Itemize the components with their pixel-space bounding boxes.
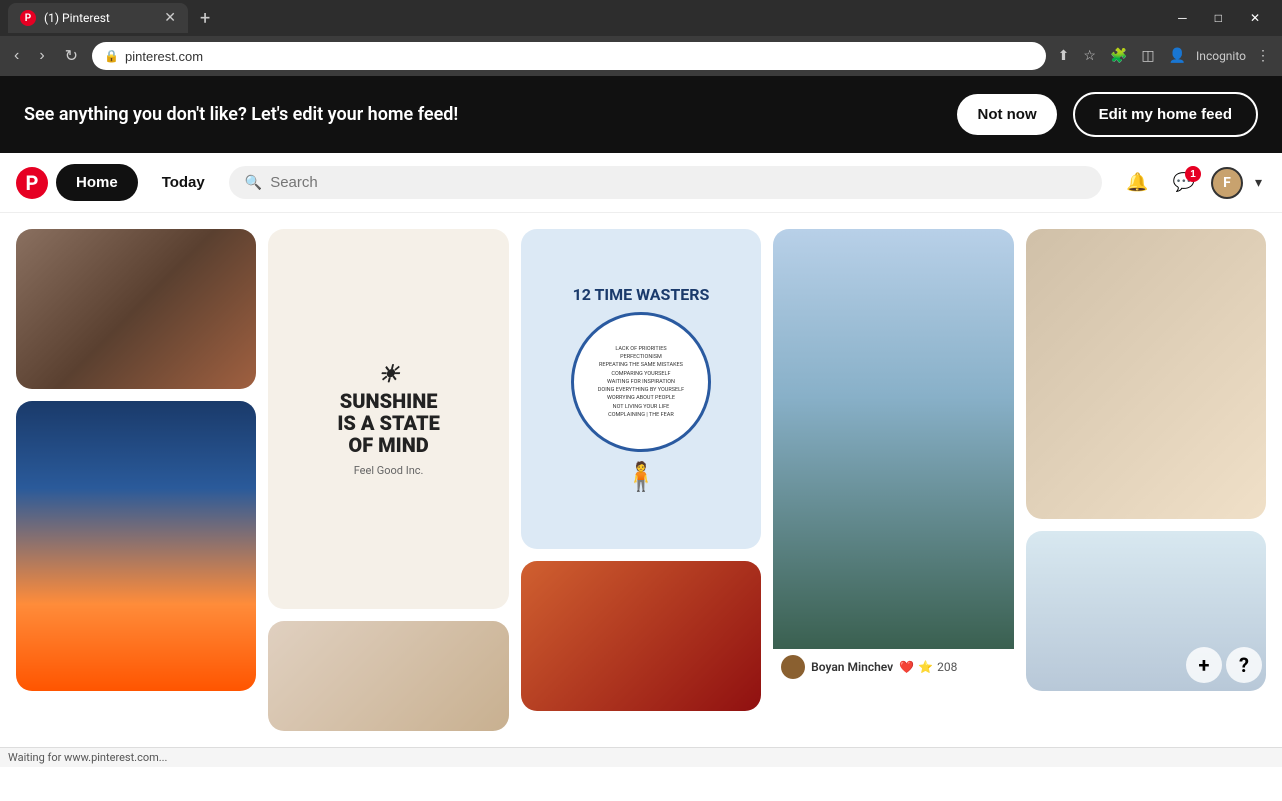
tab-title: (1) Pinterest (44, 11, 156, 25)
pin-image (16, 401, 256, 691)
pin-card[interactable] (16, 229, 256, 389)
tshirt-subtitle: Feel Good Inc. (354, 464, 424, 477)
pinterest-logo[interactable]: P (16, 167, 48, 199)
menu-icon[interactable]: ⋮ (1252, 44, 1274, 68)
pinterest-navigation: P Home Today 🔍 🔔 💬 1 F ▾ (0, 153, 1282, 213)
incognito-label: Incognito (1196, 49, 1246, 63)
extensions-icon[interactable]: 🧩 (1106, 44, 1131, 68)
pin-card-kid[interactable] (1026, 229, 1266, 519)
main-feed: ☀ SUNSHINEIS A STATEOF MIND Feel Good In… (0, 213, 1282, 747)
browser-toolbar: ‹ › ↻ 🔒 ⬆ ☆ 🧩 ◫ 👤 Incognito ⋮ (0, 36, 1282, 76)
status-bar: Waiting for www.pinterest.com... (0, 747, 1282, 767)
sidebar-icon[interactable]: ◫ (1137, 44, 1158, 68)
pin-username: Boyan Minchev (811, 660, 893, 674)
pin-card-hand[interactable]: Boyan Minchev ❤️ ⭐ 208 (773, 229, 1013, 685)
edit-feed-button[interactable]: Edit my home feed (1073, 92, 1258, 137)
window-controls: ─ □ ✕ (1164, 7, 1274, 29)
minimize-button[interactable]: ─ (1164, 7, 1201, 29)
back-button[interactable]: ‹ (8, 43, 25, 69)
ghost-image: + ? (1026, 531, 1266, 691)
hand-image (773, 229, 1013, 649)
pin-image (521, 561, 761, 711)
plus-icon: + (1186, 647, 1222, 683)
not-now-button[interactable]: Not now (957, 94, 1056, 135)
nav-dropdown-icon[interactable]: ▾ (1251, 171, 1266, 195)
question-icon: ? (1226, 647, 1262, 683)
pin-meta: Boyan Minchev ❤️ ⭐ 208 (773, 649, 1013, 685)
profile-icon[interactable]: 👤 (1165, 44, 1190, 68)
star-icon: ⭐ (918, 660, 933, 674)
new-tab-button[interactable]: + (192, 4, 218, 33)
share-icon[interactable]: ⬆ (1054, 44, 1074, 68)
address-bar[interactable]: 🔒 (92, 42, 1046, 70)
pin-image (16, 229, 256, 389)
tab-favicon: P (20, 10, 36, 26)
reload-button[interactable]: ↻ (59, 42, 84, 70)
pin-card-time-wasters[interactable]: 12 TIME WASTERS LACK OF PRIORITIES PERFE… (521, 229, 761, 549)
home-nav-button[interactable]: Home (56, 164, 138, 201)
maximize-button[interactable]: □ (1201, 7, 1236, 29)
notifications-button[interactable]: 🔔 (1118, 164, 1156, 201)
time-wasters-title: 12 TIME WASTERS (573, 285, 710, 304)
plus-button[interactable]: + (1186, 647, 1222, 683)
messages-button[interactable]: 💬 1 (1165, 164, 1203, 201)
search-icon: 🔍 (245, 175, 262, 191)
search-bar[interactable]: 🔍 (229, 166, 1102, 199)
active-tab[interactable]: P (1) Pinterest ✕ (8, 3, 188, 33)
banner-text: See anything you don't like? Let's edit … (24, 104, 941, 125)
toolbar-actions: ⬆ ☆ 🧩 ◫ 👤 Incognito ⋮ (1054, 44, 1274, 68)
message-badge: 1 (1185, 166, 1201, 182)
lock-icon: 🔒 (104, 49, 119, 63)
tab-close-icon[interactable]: ✕ (164, 10, 176, 26)
reaction-count: 208 (937, 660, 957, 674)
pin-user-avatar (781, 655, 805, 679)
pin-card[interactable] (16, 401, 256, 691)
pin-image (268, 621, 508, 731)
question-button[interactable]: ? (1226, 647, 1262, 683)
tab-bar: P (1) Pinterest ✕ + ─ □ ✕ (0, 0, 1282, 36)
user-avatar[interactable]: F (1211, 167, 1243, 199)
pin-reactions: ❤️ ⭐ 208 (899, 660, 957, 674)
close-button[interactable]: ✕ (1236, 7, 1274, 29)
status-text: Waiting for www.pinterest.com... (8, 751, 167, 764)
bookmark-icon[interactable]: ☆ (1079, 44, 1100, 68)
pin-card[interactable] (521, 561, 761, 711)
pin-card-ghost[interactable]: + ? (1026, 531, 1266, 691)
pin-card-tshirt[interactable]: ☀ SUNSHINEIS A STATEOF MIND Feel Good In… (268, 229, 508, 609)
home-feed-banner: See anything you don't like? Let's edit … (0, 76, 1282, 153)
masonry-grid: ☀ SUNSHINEIS A STATEOF MIND Feel Good In… (16, 229, 1266, 731)
time-wasters-image: 12 TIME WASTERS LACK OF PRIORITIES PERFE… (521, 229, 761, 549)
heart-icon: ❤️ (899, 660, 914, 674)
nav-icons: 🔔 💬 1 F ▾ (1118, 164, 1266, 201)
forward-button[interactable]: › (33, 43, 50, 69)
clock-figure: 🧍 (624, 460, 659, 493)
kid-image (1026, 229, 1266, 519)
browser-window: P (1) Pinterest ✕ + ─ □ ✕ ‹ › ↻ 🔒 ⬆ ☆ 🧩 … (0, 0, 1282, 76)
clock-diagram: LACK OF PRIORITIES PERFECTIONISM REPEATI… (571, 312, 711, 452)
today-nav-button[interactable]: Today (146, 164, 221, 201)
address-input[interactable] (125, 49, 1034, 64)
pin-card[interactable] (268, 621, 508, 731)
tshirt-image: ☀ SUNSHINEIS A STATEOF MIND Feel Good In… (268, 229, 508, 609)
search-input[interactable] (270, 174, 1086, 191)
